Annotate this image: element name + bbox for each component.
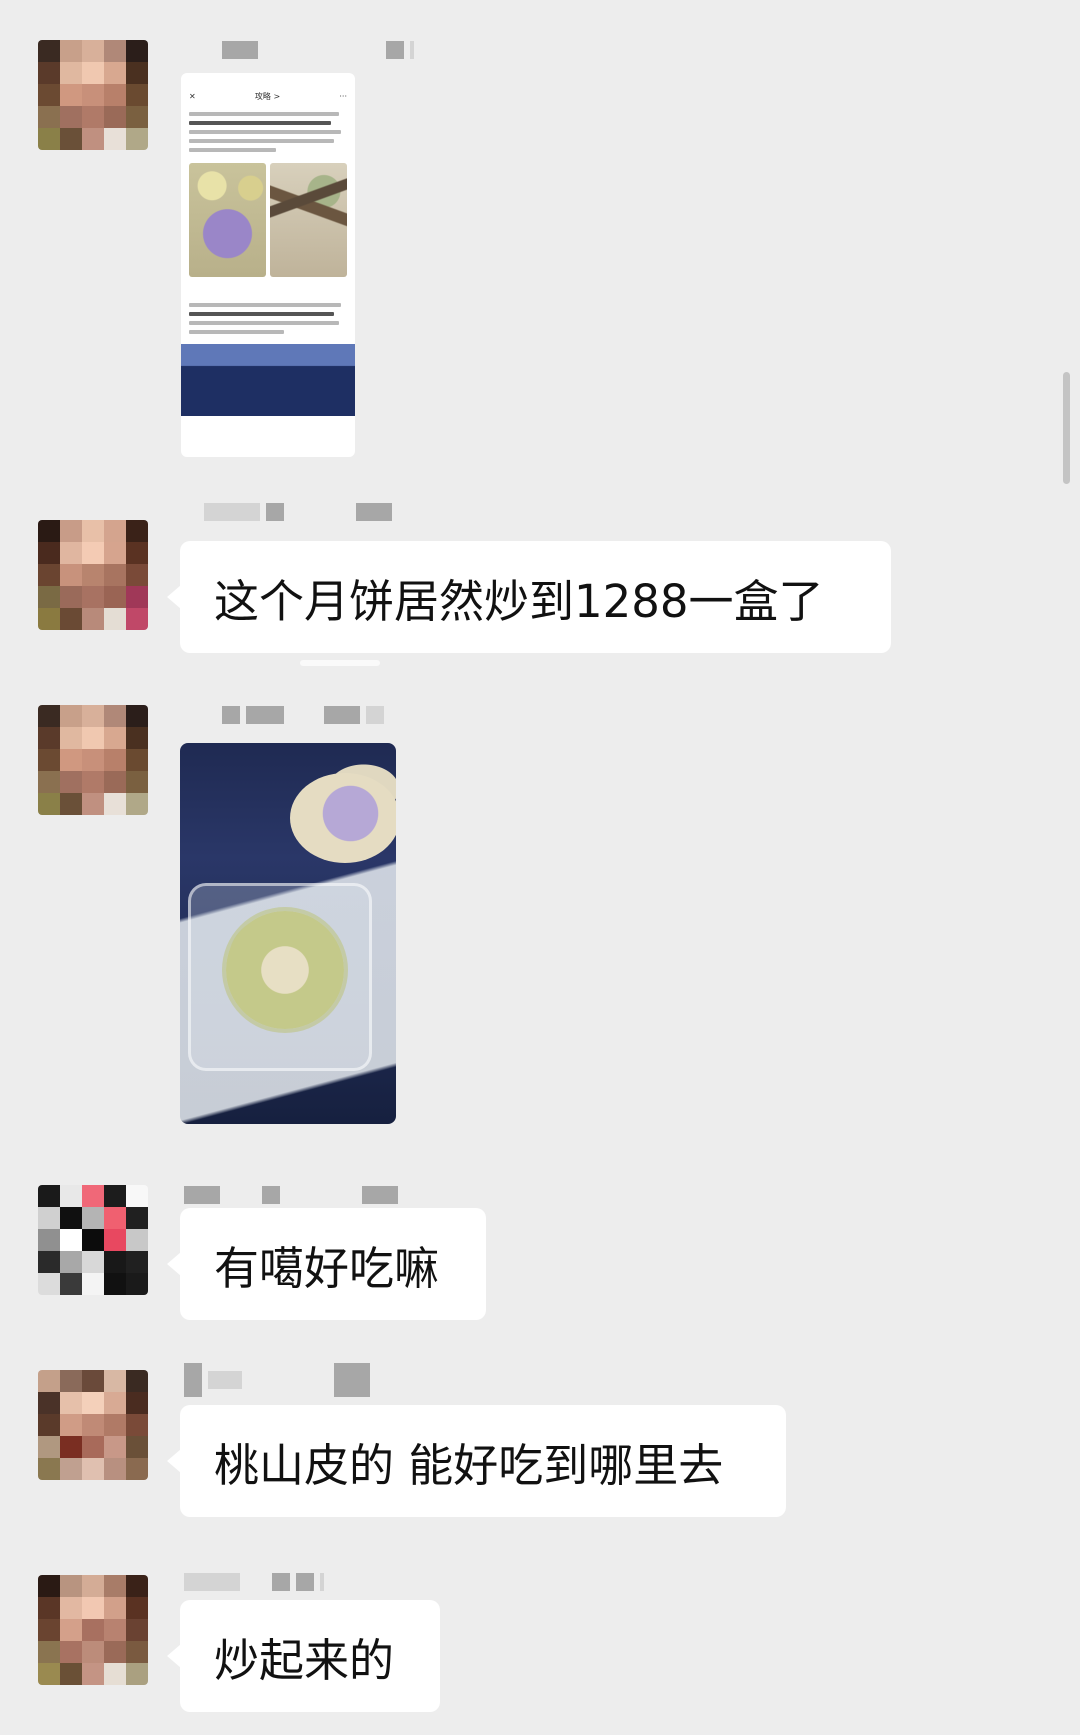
image-message-photo[interactable]	[180, 743, 396, 1124]
avatar[interactable]	[38, 1370, 148, 1480]
avatar[interactable]	[38, 705, 148, 815]
article-photos	[181, 157, 355, 277]
text-message-bubble[interactable]: 炒起来的	[167, 1600, 440, 1712]
sender-name-censored	[222, 705, 384, 725]
sender-name-censored	[222, 40, 414, 60]
mooncake	[290, 773, 396, 863]
article-text-block	[181, 303, 355, 334]
avatar[interactable]	[38, 1575, 148, 1685]
sender-name-censored	[204, 502, 392, 522]
mooncake-photo	[189, 163, 266, 277]
close-icon: ✕	[189, 91, 196, 101]
mooncake-photo	[270, 163, 347, 277]
sender-name-censored	[184, 1572, 324, 1592]
avatar[interactable]	[38, 40, 148, 150]
article-nav-bar: ✕ 攻略 > ···	[181, 85, 355, 107]
message-artifact	[300, 660, 380, 666]
message-text: 这个月饼居然炒到1288一盒了	[214, 574, 824, 628]
message-text: 有噶好吃嘛	[214, 1241, 440, 1295]
article-nav-title: 攻略 >	[254, 91, 281, 101]
scrollbar[interactable]	[1063, 372, 1070, 484]
message-text: 桃山皮的 能好吃到哪里去	[214, 1438, 724, 1492]
text-message-bubble[interactable]: 这个月饼居然炒到1288一盒了	[167, 541, 891, 653]
article-text-block	[181, 112, 355, 152]
text-message-bubble[interactable]: 桃山皮的 能好吃到哪里去	[167, 1405, 786, 1517]
text-message-bubble[interactable]: 有噶好吃嘛	[167, 1208, 486, 1320]
image-message-article[interactable]: ✕ 攻略 > ···	[181, 73, 355, 457]
message-text: 炒起来的	[214, 1633, 395, 1687]
avatar[interactable]	[38, 1185, 148, 1295]
more-icon: ···	[339, 91, 347, 101]
avatar[interactable]	[38, 520, 148, 630]
mooncake	[226, 911, 344, 1029]
sender-name-censored	[184, 1363, 370, 1397]
gift-box-photo	[181, 344, 355, 416]
sender-name-censored	[184, 1185, 398, 1205]
